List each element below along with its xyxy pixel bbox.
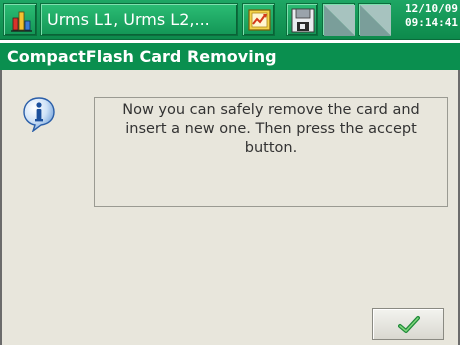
clock: 12/10/09 09:14:41 — [398, 2, 458, 38]
trend-chart-icon — [248, 9, 271, 31]
message-text: Now you can safely remove the card and i… — [122, 102, 420, 156]
checkmark-icon — [398, 316, 420, 333]
clock-date: 12/10/09 — [405, 2, 458, 15]
signal-indicator-icon — [324, 5, 355, 36]
message-box: Now you can safely remove the card and i… — [94, 97, 448, 207]
storage-status-button[interactable] — [286, 3, 318, 36]
app-menu-button[interactable] — [3, 3, 37, 36]
signal-indicator-icon — [360, 5, 391, 36]
view-title: Urms L1, Urms L2,... — [47, 10, 210, 29]
trend-button[interactable] — [242, 3, 275, 36]
clock-time: 09:14:41 — [405, 16, 458, 29]
dialog-body: Now you can safely remove the card and i… — [0, 70, 460, 345]
signal-indicator-1 — [322, 3, 355, 36]
signal-indicator-2 — [358, 3, 391, 36]
floppy-disk-icon — [291, 8, 315, 33]
bar-chart-icon — [11, 11, 32, 32]
info-icon — [23, 97, 55, 132]
status-bar: Urms L1, Urms L2,... 12/10/09 09:14:41 — [0, 0, 460, 40]
dialog-title: CompactFlash Card Removing — [0, 43, 460, 70]
accept-button[interactable] — [372, 308, 444, 340]
view-selector-button[interactable]: Urms L1, Urms L2,... — [40, 3, 238, 36]
